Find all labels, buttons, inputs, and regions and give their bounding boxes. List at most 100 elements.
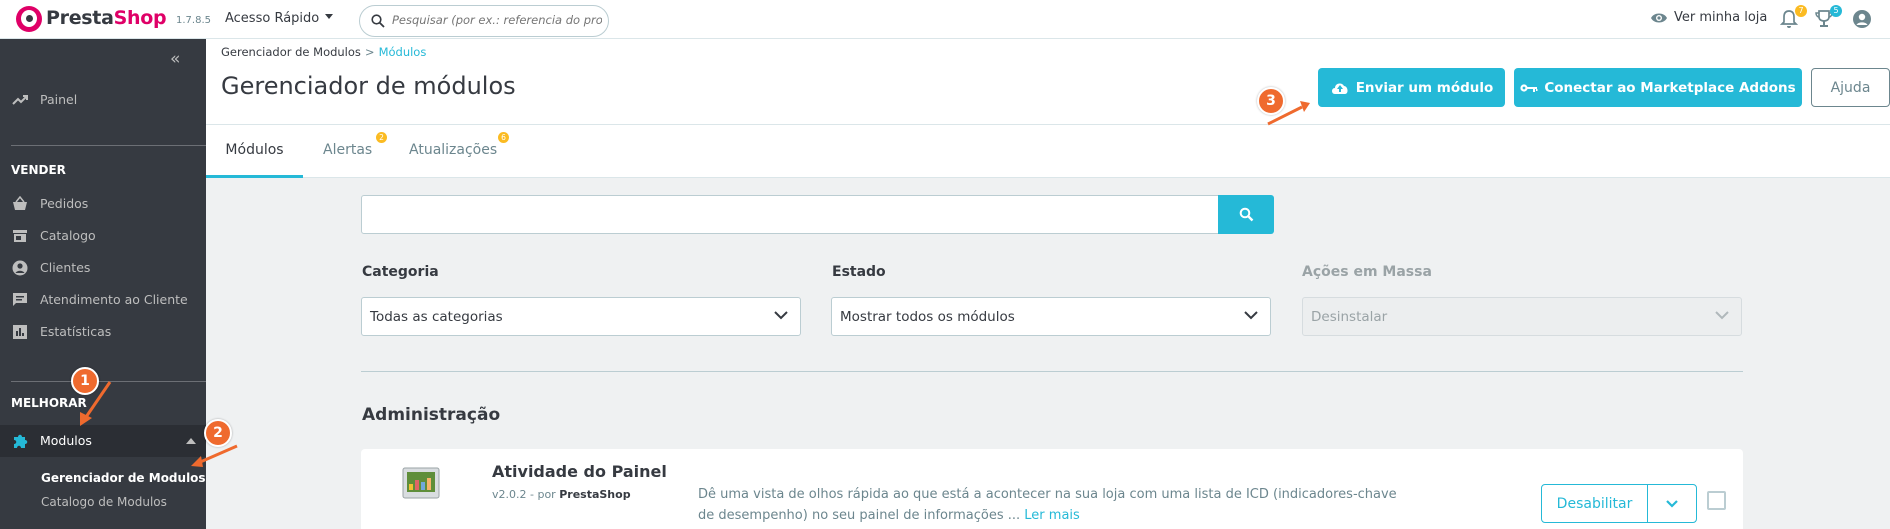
chevron-up-icon xyxy=(186,438,196,444)
sidebar-item-label: Estatísticas xyxy=(40,324,112,339)
tab-label: Módulos xyxy=(225,142,284,158)
state-label: Estado xyxy=(832,264,886,280)
upload-module-label: Enviar um módulo xyxy=(1355,79,1494,96)
prestashop-logo-icon[interactable] xyxy=(16,6,42,32)
search-icon xyxy=(371,14,385,28)
notifications-badge: 7 xyxy=(1795,5,1807,17)
sidebar-section-sell: VENDER xyxy=(11,163,66,177)
annotation-marker-2: 2 xyxy=(204,419,232,447)
breadcrumb-separator: > xyxy=(364,45,375,59)
bar-chart-icon xyxy=(13,325,27,339)
section-title: Administração xyxy=(362,405,501,425)
trending-up-icon xyxy=(12,95,28,105)
search-icon xyxy=(1239,207,1253,222)
annotation-marker-1: 1 xyxy=(71,367,99,395)
state-select[interactable]: Mostrar todos os módulos xyxy=(831,297,1271,336)
sidebar-item-label: Clientes xyxy=(40,260,91,275)
user-circle-icon xyxy=(12,260,28,276)
read-more-link[interactable]: Ler mais xyxy=(1024,508,1080,523)
module-description: Dê uma vista de olhos rápida ao que está… xyxy=(698,484,1398,526)
quick-access-dropdown[interactable]: Acesso Rápido xyxy=(225,11,333,26)
tab-alerts-badge: 2 xyxy=(376,132,387,143)
chevron-down-icon xyxy=(774,311,788,320)
tab-label: Alertas xyxy=(323,142,373,158)
sidebar-divider xyxy=(11,145,206,146)
sidebar-item-modules[interactable]: Modulos xyxy=(0,425,206,457)
module-meta: v2.0.2 - por PrestaShop xyxy=(492,488,631,501)
view-store-link[interactable]: Ver minha loja xyxy=(1650,10,1767,25)
account-circle-icon xyxy=(1853,10,1871,28)
sidebar-item-orders[interactable]: Pedidos xyxy=(0,192,206,216)
tab-updates-badge: 6 xyxy=(498,132,509,143)
sidebar: « Painel VENDER Pedidos Catalogo Cliente… xyxy=(0,39,206,529)
collapse-sidebar-icon[interactable]: « xyxy=(170,49,180,69)
chevron-down-icon xyxy=(1244,311,1258,320)
account-button[interactable] xyxy=(1852,9,1874,31)
tab-modules[interactable]: Módulos xyxy=(206,125,303,178)
view-store-label: Ver minha loja xyxy=(1674,10,1768,25)
chat-icon xyxy=(13,293,27,306)
eye-icon xyxy=(1651,13,1667,22)
sidebar-item-customer-service[interactable]: Atendimento ao Cliente xyxy=(0,288,206,312)
category-select-value: Todas as categorias xyxy=(370,309,503,325)
brand-presta: Presta xyxy=(46,7,114,29)
tab-label: Atualizações xyxy=(409,142,498,158)
page-title: Gerenciador de módulos xyxy=(221,72,516,100)
bulk-actions-label: Ações em Massa xyxy=(1302,264,1432,280)
module-author: PrestaShop xyxy=(559,488,631,501)
header-search-input[interactable] xyxy=(392,13,602,27)
module-card: Atividade do Painel v2.0.2 - por PrestaS… xyxy=(361,449,1743,529)
top-header: PrestaShop 1.7.8.5 Acesso Rápido Ver min… xyxy=(0,0,1890,39)
module-actions-dropdown[interactable] xyxy=(1647,484,1697,523)
connect-marketplace-label: Conectar ao Marketplace Addons xyxy=(1544,79,1796,96)
module-name: Atividade do Painel xyxy=(492,462,667,481)
chevron-down-icon xyxy=(1666,499,1678,508)
tab-alerts[interactable]: Alertas 2 xyxy=(323,125,387,178)
sidebar-item-label: Atendimento ao Cliente xyxy=(40,292,188,307)
basket-icon xyxy=(13,196,27,210)
sidebar-divider xyxy=(11,381,206,382)
module-search-input[interactable] xyxy=(361,195,1219,234)
version-label: 1.7.8.5 xyxy=(176,15,211,26)
notifications-button[interactable]: 7 xyxy=(1779,5,1807,31)
key-icon xyxy=(1520,83,1538,92)
sidebar-item-dashboard[interactable]: Painel xyxy=(0,88,206,112)
sidebar-item-label: Catalogo xyxy=(40,228,96,243)
module-select-checkbox[interactable] xyxy=(1707,491,1726,510)
tabs-bar: Módulos Alertas 2 Atualizações 6 xyxy=(206,124,1890,178)
connect-marketplace-button[interactable]: Conectar ao Marketplace Addons xyxy=(1514,68,1802,107)
breadcrumb-current[interactable]: Módulos xyxy=(379,45,427,59)
chevron-down-icon xyxy=(1715,311,1729,320)
bulk-actions-select: Desinstalar xyxy=(1302,297,1742,336)
divider xyxy=(361,371,1743,372)
sidebar-subitem-module-catalog[interactable]: Catalogo de Modulos xyxy=(41,495,167,509)
annotation-marker-3: 3 xyxy=(1257,87,1285,115)
store-icon xyxy=(13,230,27,242)
category-label: Categoria xyxy=(362,264,439,280)
disable-module-button[interactable]: Desabilitar xyxy=(1541,484,1648,523)
module-version: v2.0.2 - por xyxy=(492,488,556,501)
sidebar-subitem-module-manager[interactable]: Gerenciador de Modulos xyxy=(41,471,206,485)
header-search[interactable] xyxy=(359,5,609,37)
cloud-upload-icon xyxy=(1331,83,1348,94)
breadcrumb: Gerenciador de Modulos > Módulos xyxy=(221,45,426,59)
upload-module-button[interactable]: Enviar um módulo xyxy=(1318,68,1505,107)
sidebar-section-improve: MELHORAR xyxy=(11,396,87,410)
module-search-button[interactable] xyxy=(1218,195,1274,234)
category-select[interactable]: Todas as categorias xyxy=(361,297,801,336)
dashboard-activity-icon xyxy=(402,467,440,499)
state-select-value: Mostrar todos os módulos xyxy=(840,309,1015,325)
sidebar-item-customers[interactable]: Clientes xyxy=(0,256,206,280)
trophy-badge: 5 xyxy=(1830,5,1842,17)
page-header: Gerenciador de Modulos > Módulos Gerenciad… xyxy=(206,39,1890,124)
bulk-actions-value: Desinstalar xyxy=(1311,309,1388,325)
breadcrumb-parent[interactable]: Gerenciador de Modulos xyxy=(221,45,361,59)
trophy-button[interactable]: 5 xyxy=(1815,5,1842,31)
sidebar-item-label: Pedidos xyxy=(40,196,89,211)
tab-updates[interactable]: Atualizações 6 xyxy=(409,125,509,178)
brand-shop: Shop xyxy=(113,7,167,29)
sidebar-item-stats[interactable]: Estatísticas xyxy=(0,320,206,344)
sidebar-item-catalog[interactable]: Catalogo xyxy=(0,224,206,248)
help-button[interactable]: Ajuda xyxy=(1811,68,1890,107)
brand-name[interactable]: PrestaShop xyxy=(46,7,167,29)
